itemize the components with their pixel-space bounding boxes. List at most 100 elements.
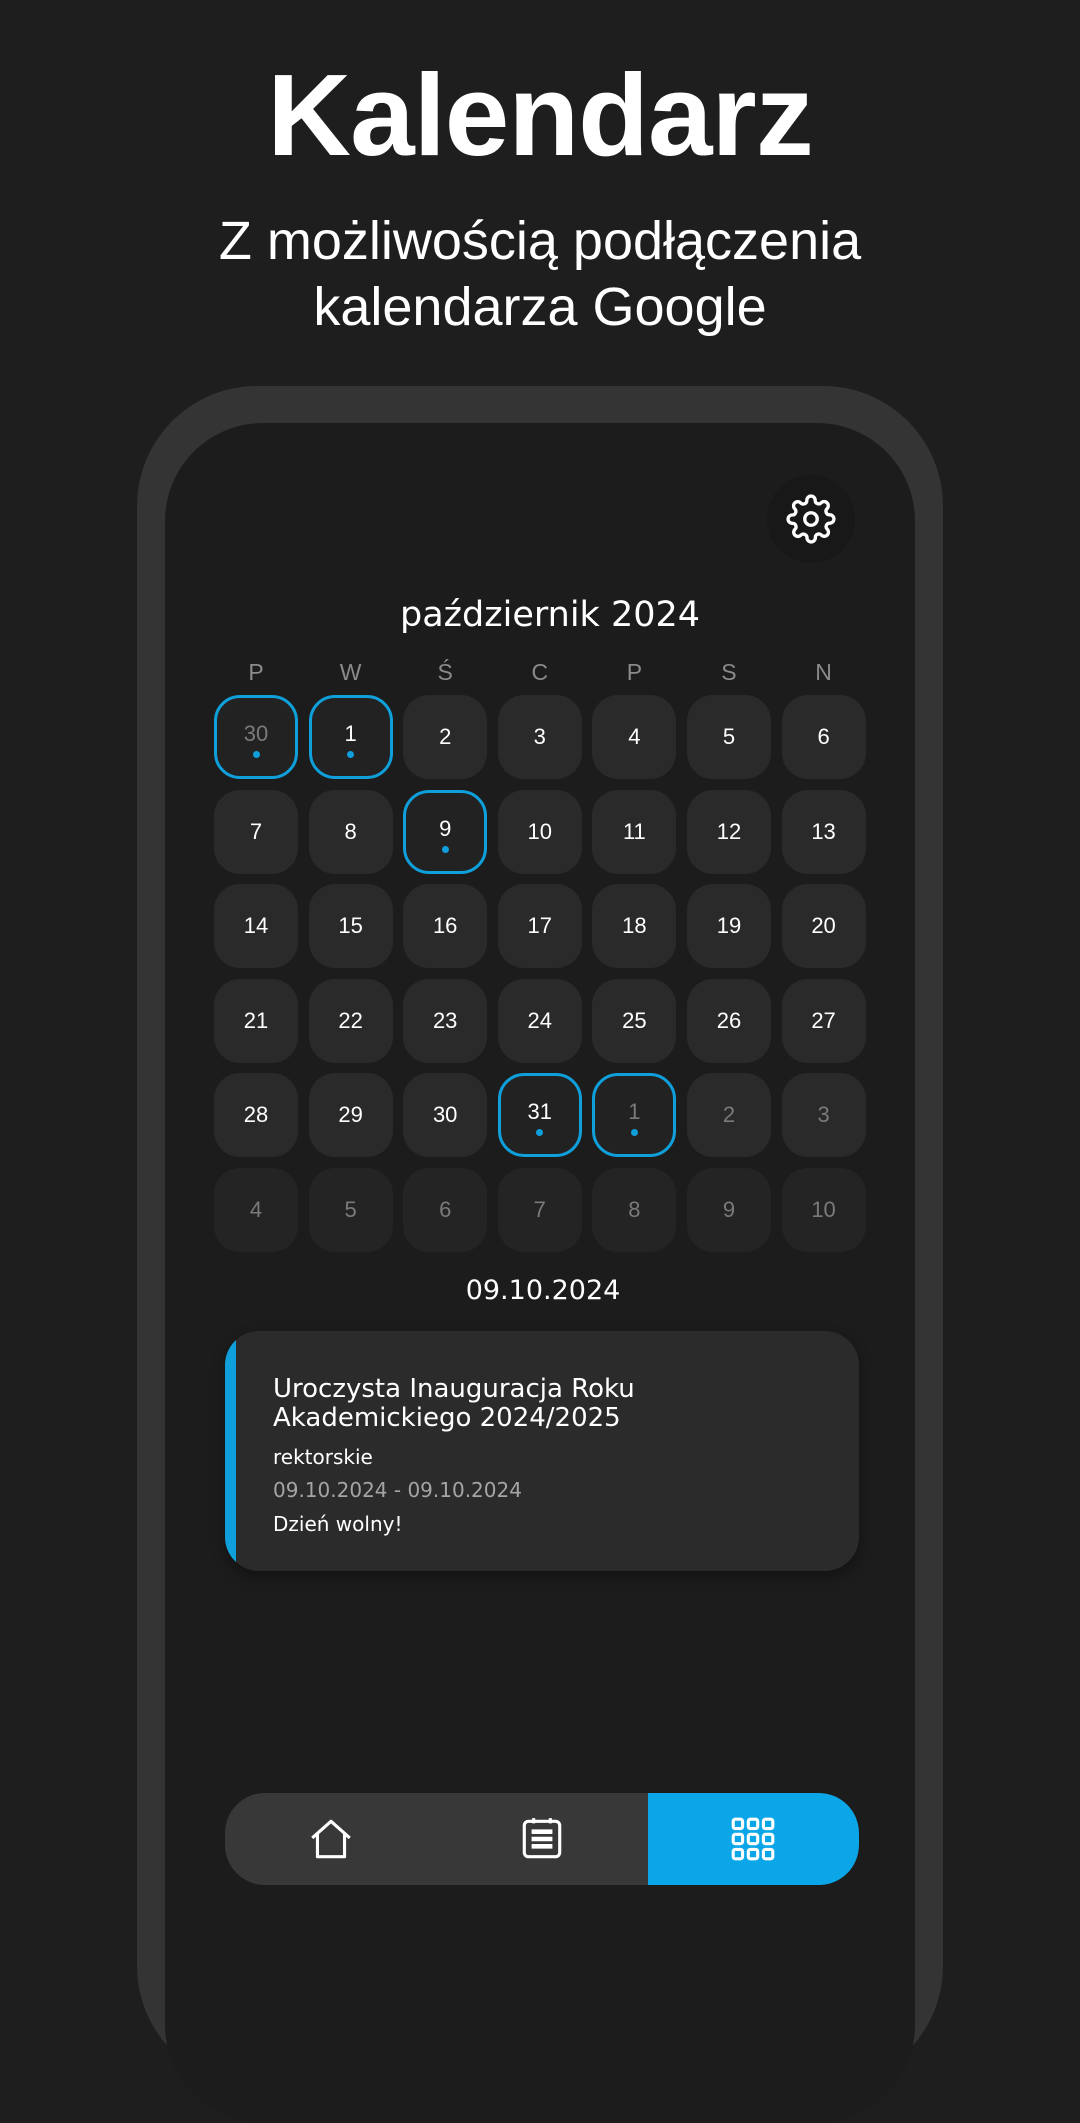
- list-icon: [522, 1818, 562, 1859]
- day-cell[interactable]: 20: [781, 884, 866, 969]
- day-number: 24: [527, 1007, 553, 1033]
- day-cell[interactable]: 10: [781, 1167, 866, 1252]
- day-number: 20: [811, 913, 836, 939]
- day-cell[interactable]: 5: [308, 1167, 393, 1252]
- gear-icon: [786, 494, 836, 544]
- event-dot: [347, 751, 355, 758]
- event-accent-bar: [225, 1331, 236, 1571]
- day-cell[interactable]: 9: [686, 1167, 771, 1252]
- day-cell[interactable]: 6: [781, 695, 866, 779]
- day-number: 7: [249, 818, 263, 844]
- day-cell[interactable]: 7: [497, 1167, 582, 1252]
- day-cell[interactable]: 12: [686, 789, 771, 874]
- day-number: 28: [243, 1102, 269, 1128]
- day-cell[interactable]: 5: [686, 695, 771, 779]
- event-date-range: 09.10.2024 - 09.10.2024: [273, 1478, 522, 1502]
- grid-icon: [731, 1817, 775, 1861]
- day-number: 19: [716, 913, 742, 939]
- page-subtitle: Z możliwością podłączenia kalendarza Goo…: [0, 208, 1080, 340]
- day-number: 4: [628, 724, 641, 749]
- day-cell[interactable]: 3: [497, 695, 582, 779]
- day-cell[interactable]: 11: [592, 789, 677, 874]
- day-cell[interactable]: 26: [686, 978, 771, 1063]
- day-cell[interactable]: 21: [214, 978, 298, 1063]
- day-cell[interactable]: 9: [403, 789, 488, 874]
- selected-date: 09.10.2024: [465, 1275, 621, 1306]
- calendar-grid: 30 1 2 3 4 5 6 7 8 9 10 11 12 13 14 15 16 17 18 19 20 21 22 23 2…: [214, 695, 866, 1252]
- day-cell[interactable]: 10: [497, 789, 582, 874]
- day-number: 22: [338, 1007, 363, 1033]
- day-number: 23: [432, 1007, 458, 1033]
- nav-home[interactable]: [225, 1793, 436, 1885]
- day-cell[interactable]: 1: [592, 1073, 677, 1158]
- day-number: 9: [722, 1196, 736, 1222]
- day-cell[interactable]: 25: [592, 978, 677, 1063]
- day-cell[interactable]: 15: [308, 884, 393, 969]
- day-number: 14: [243, 913, 269, 939]
- day-cell[interactable]: 18: [592, 884, 677, 969]
- day-cell[interactable]: 8: [592, 1167, 677, 1252]
- day-cell[interactable]: 14: [214, 884, 298, 969]
- subtitle-line-2: kalendarza Google: [313, 277, 767, 337]
- day-cell[interactable]: 3: [781, 1073, 866, 1158]
- day-number: 5: [344, 1196, 357, 1222]
- day-cell[interactable]: 4: [214, 1167, 298, 1252]
- day-cell[interactable]: 29: [308, 1073, 393, 1158]
- home-icon: [310, 1819, 351, 1859]
- day-cell[interactable]: 4: [592, 695, 677, 779]
- weekday-label: C: [531, 659, 549, 685]
- event-dot: [252, 751, 260, 758]
- day-number: 31: [527, 1099, 553, 1125]
- day-number: 13: [811, 818, 836, 844]
- day-cell[interactable]: 7: [214, 789, 298, 874]
- day-number: 2: [722, 1102, 736, 1128]
- day-number: 25: [622, 1007, 647, 1033]
- day-cell[interactable]: 30: [214, 695, 298, 779]
- day-cell[interactable]: 2: [403, 695, 488, 779]
- day-cell[interactable]: 30: [403, 1073, 488, 1158]
- day-cell[interactable]: 17: [497, 884, 582, 969]
- weekday-label: N: [815, 659, 832, 685]
- day-cell[interactable]: 28: [214, 1073, 298, 1158]
- day-number: 12: [716, 818, 742, 844]
- day-number: 10: [527, 818, 553, 844]
- phone-screen: październik 2024 P W Ś C P S N 30 1 2 3 4 5 6 7…: [165, 423, 915, 2123]
- page-title: Kalendarz: [267, 50, 813, 180]
- nav-calendar[interactable]: [647, 1793, 859, 1885]
- weekday-header: P W Ś C P S N: [214, 659, 876, 686]
- day-number: 1: [344, 721, 357, 746]
- nav-list[interactable]: [436, 1793, 647, 1885]
- day-cell[interactable]: 6: [403, 1167, 488, 1252]
- day-number: 29: [338, 1102, 363, 1128]
- event-card[interactable]: Uroczysta Inauguracja Roku Akademickiego…: [225, 1331, 859, 1571]
- day-number: 3: [533, 724, 546, 749]
- day-cell[interactable]: 27: [781, 978, 866, 1063]
- day-cell[interactable]: 23: [403, 978, 488, 1063]
- bottom-navigation: [225, 1793, 859, 1885]
- month-title: październik 2024: [399, 595, 701, 635]
- day-number: 5: [722, 724, 736, 749]
- day-cell[interactable]: 1: [308, 695, 393, 779]
- day-number: 8: [344, 818, 357, 844]
- day-number: 4: [249, 1196, 263, 1222]
- event-title: Uroczysta Inauguracja Roku Akademickiego…: [273, 1374, 635, 1433]
- settings-button[interactable]: [767, 475, 855, 563]
- day-cell[interactable]: 22: [308, 978, 393, 1063]
- day-cell[interactable]: 13: [781, 789, 866, 874]
- subtitle-line-1: Z możliwością podłączenia: [218, 211, 862, 271]
- weekday-label: P: [248, 659, 264, 685]
- day-cell[interactable]: 19: [686, 884, 771, 969]
- day-number: 11: [622, 818, 646, 844]
- weekday-label: Ś: [437, 659, 453, 685]
- day-cell[interactable]: 24: [497, 978, 582, 1063]
- event-dot: [441, 845, 449, 853]
- day-number: 16: [432, 913, 458, 939]
- day-number: 3: [817, 1102, 830, 1128]
- day-cell[interactable]: 2: [686, 1073, 771, 1158]
- day-cell[interactable]: 8: [308, 789, 393, 874]
- day-cell[interactable]: 31: [497, 1073, 582, 1158]
- day-number: 15: [338, 913, 363, 939]
- day-number: 6: [817, 724, 830, 749]
- day-number: 8: [628, 1196, 641, 1222]
- day-cell[interactable]: 16: [403, 884, 488, 969]
